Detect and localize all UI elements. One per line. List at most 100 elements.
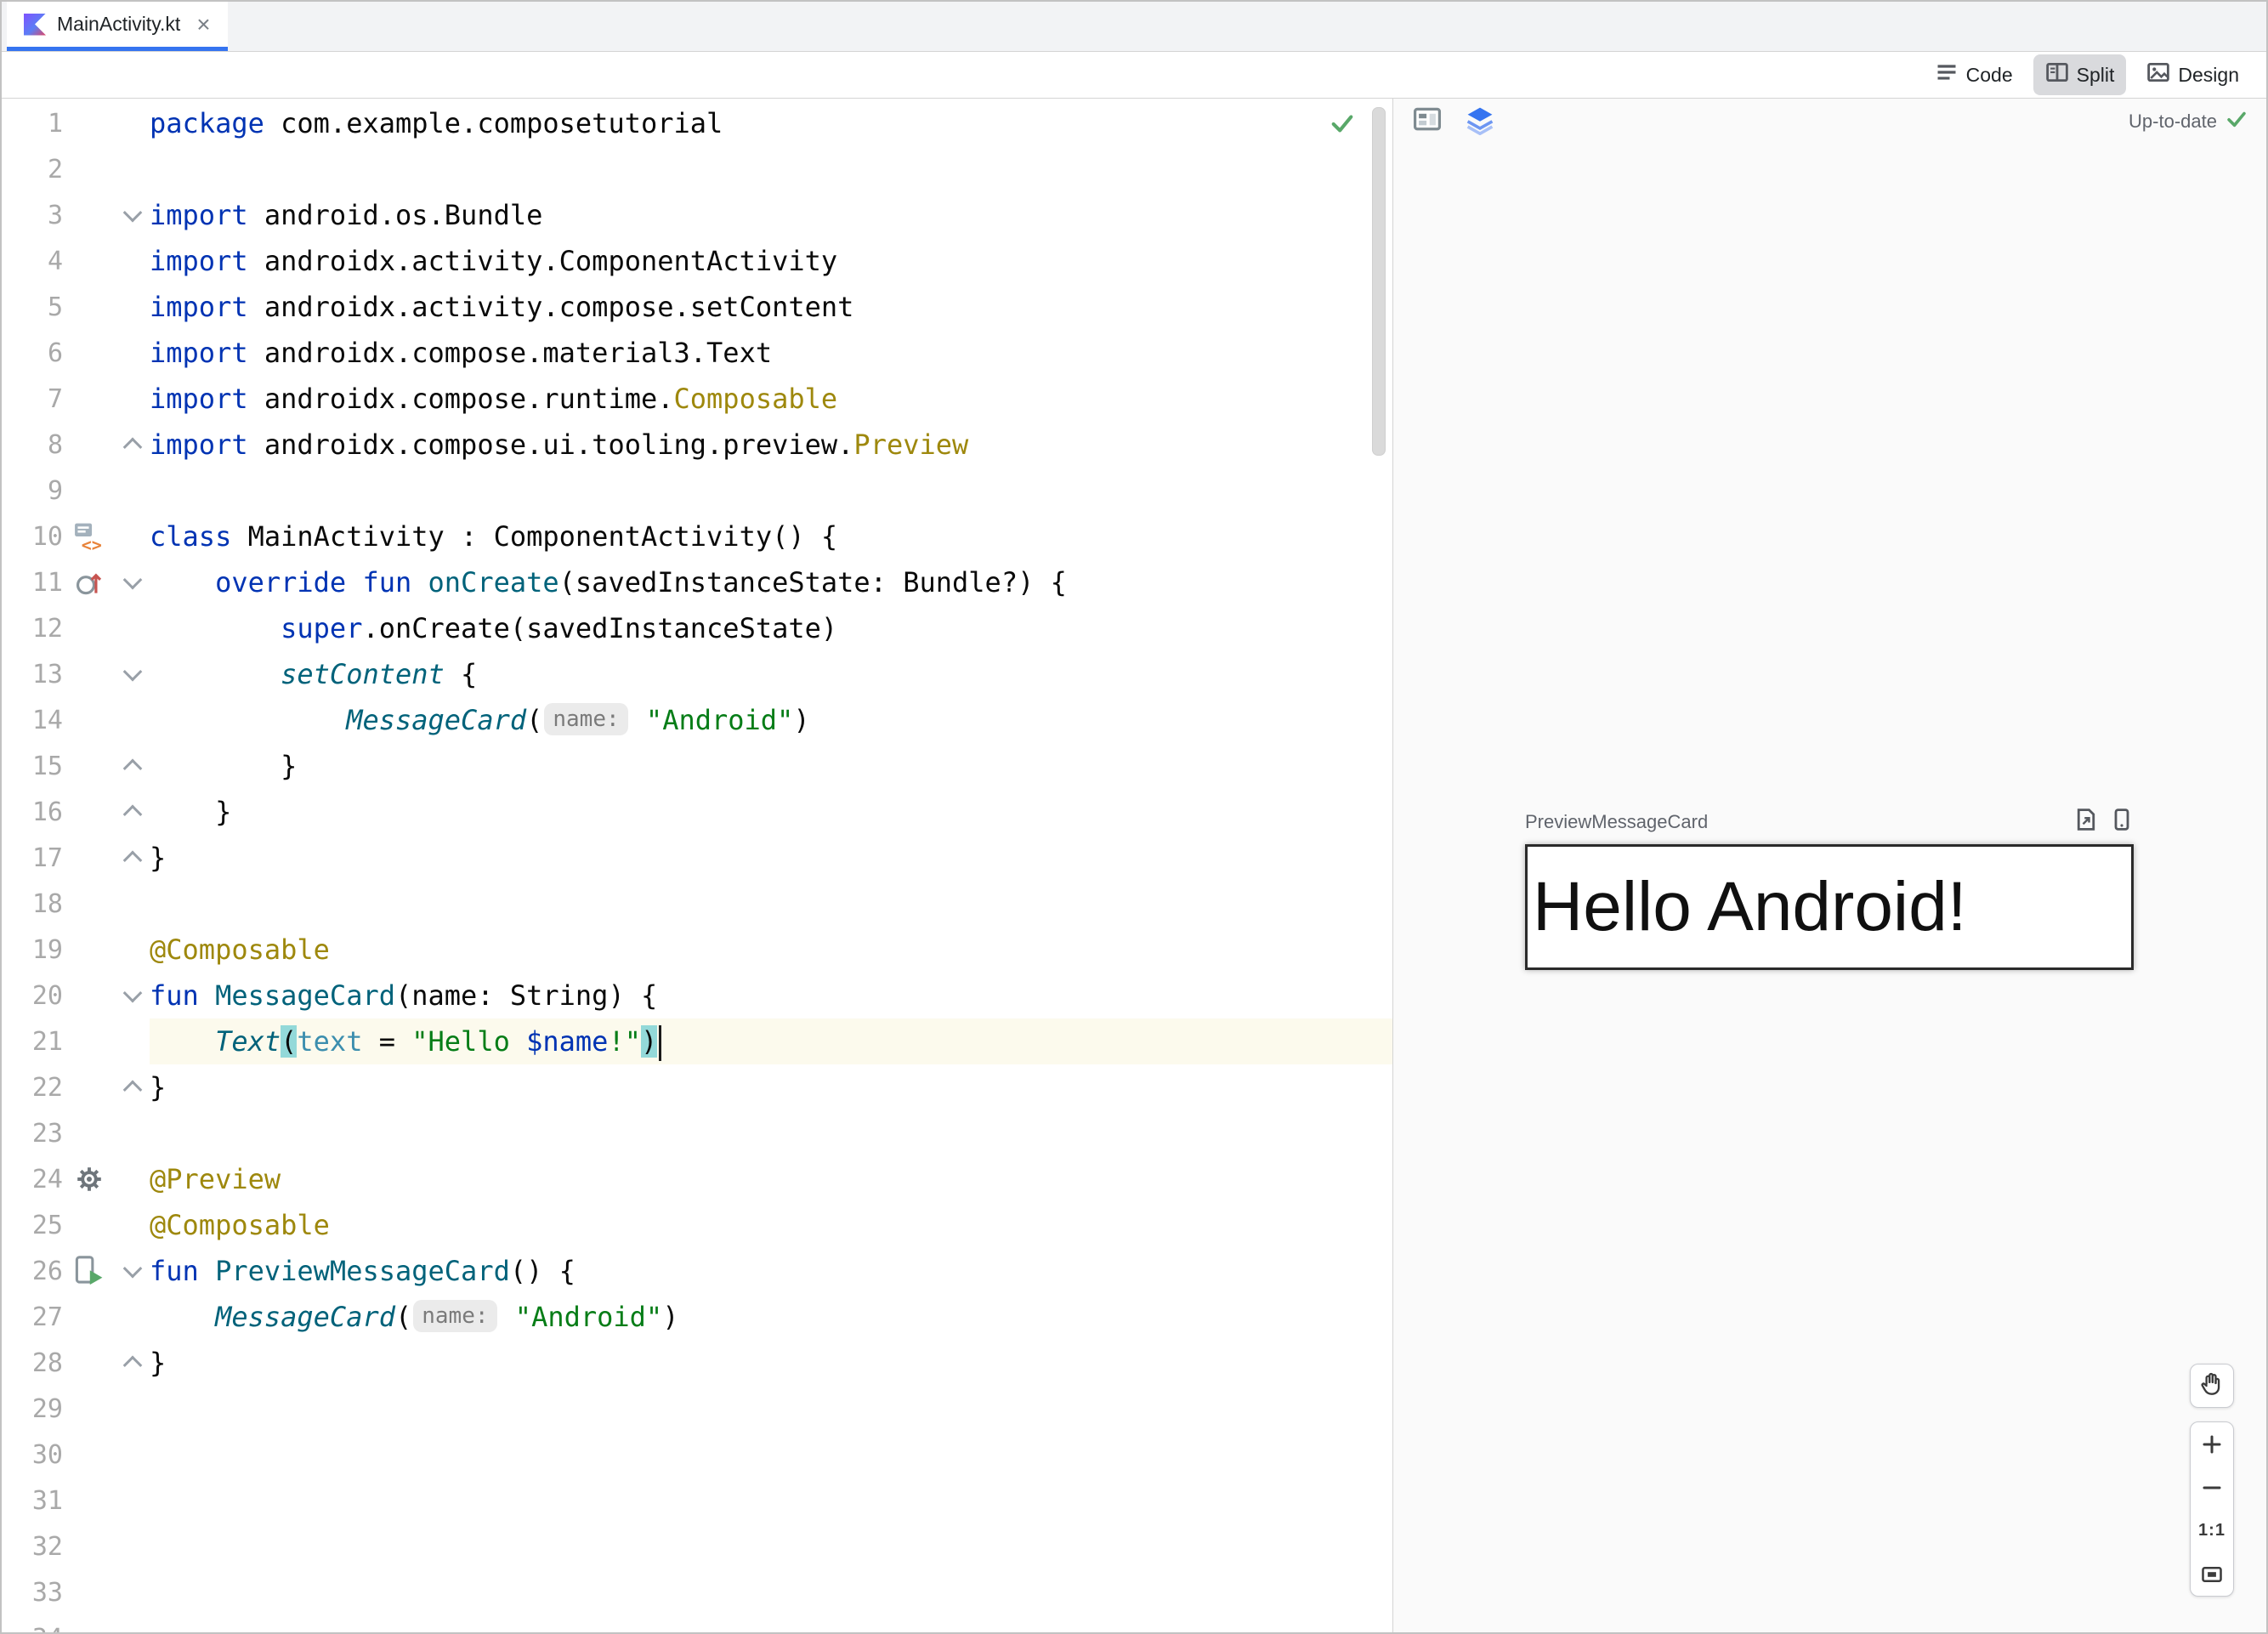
actual-size-button[interactable]: 1:1 [2191, 1509, 2233, 1552]
preview-render-frame[interactable]: Hello Android! [1525, 844, 2134, 970]
code-text[interactable]: import android.os.Bundle [150, 192, 1392, 238]
fold-up-icon[interactable] [116, 1080, 150, 1100]
line-number[interactable]: 33 [2, 1578, 63, 1608]
code-line[interactable]: 15 } [2, 743, 1392, 789]
code-text[interactable]: fun MessageCard(name: String) { [150, 973, 1392, 1018]
code-line[interactable]: 25 @Composable [2, 1202, 1392, 1248]
code-text[interactable]: } [150, 789, 1392, 835]
code-line[interactable]: 4 import androidx.activity.ComponentActiv… [2, 238, 1392, 284]
code-text[interactable]: import androidx.compose.material3.Text [150, 330, 1392, 376]
fold-down-icon[interactable] [116, 661, 150, 682]
code-line[interactable]: 21 Text(text = "Hello $name!") [2, 1018, 1392, 1064]
code-text[interactable]: override fun onCreate(savedInstanceState… [150, 559, 1392, 605]
code-line[interactable]: 3 import android.os.Bundle [2, 192, 1392, 238]
fold-down-icon[interactable] [116, 1258, 150, 1279]
line-number[interactable]: 1 [2, 109, 63, 139]
code-line[interactable]: 29 [2, 1386, 1392, 1432]
line-number[interactable]: 18 [2, 889, 63, 919]
line-number[interactable]: 20 [2, 981, 63, 1011]
code-line[interactable]: 7 import androidx.compose.runtime.Composa… [2, 376, 1392, 422]
line-number[interactable]: 22 [2, 1073, 63, 1103]
code-text[interactable]: fun PreviewMessageCard() { [150, 1248, 1392, 1294]
code-view-button[interactable]: Code [1923, 54, 2025, 95]
code-line[interactable]: 10 <> class MainActivity : ComponentActivi… [2, 513, 1392, 559]
code-text[interactable]: @Composable [150, 927, 1392, 973]
line-number[interactable]: 27 [2, 1302, 63, 1332]
code-line[interactable]: 31 [2, 1478, 1392, 1523]
line-number[interactable]: 28 [2, 1348, 63, 1378]
line-number[interactable]: 24 [2, 1165, 63, 1194]
overriding-method-icon[interactable] [63, 566, 116, 599]
fold-up-icon[interactable] [116, 850, 150, 871]
fold-down-icon[interactable] [116, 202, 150, 223]
code-text[interactable]: import androidx.compose.ui.tooling.previ… [150, 422, 1392, 468]
line-number[interactable]: 4 [2, 247, 63, 276]
code-text[interactable]: @Preview [150, 1156, 1392, 1202]
code-line[interactable]: 22} [2, 1064, 1392, 1110]
line-number[interactable]: 12 [2, 614, 63, 644]
line-number[interactable]: 30 [2, 1440, 63, 1470]
code-line[interactable]: 2 [2, 146, 1392, 192]
code-line[interactable]: 26 fun PreviewMessageCard() { [2, 1248, 1392, 1294]
line-number[interactable]: 7 [2, 384, 63, 414]
code-text[interactable]: Text(text = "Hello $name!") [150, 1018, 1392, 1064]
run-preview-icon[interactable] [63, 1254, 116, 1288]
line-number[interactable]: 3 [2, 201, 63, 230]
code-line[interactable]: 14 MessageCard(name: "Android") [2, 697, 1392, 743]
code-line[interactable]: 6 import androidx.compose.material3.Text [2, 330, 1392, 376]
code-text[interactable]: } [150, 1340, 1392, 1386]
code-line[interactable]: 13 setContent { [2, 651, 1392, 697]
split-view-button[interactable]: Split [2033, 54, 2127, 95]
line-number[interactable]: 6 [2, 338, 63, 368]
code-line[interactable]: 17} [2, 835, 1392, 881]
line-number[interactable]: 23 [2, 1119, 63, 1149]
line-number[interactable]: 2 [2, 155, 63, 184]
run-on-device-icon[interactable] [2110, 808, 2134, 836]
pan-button[interactable] [2190, 1364, 2234, 1408]
code-line[interactable]: 1 package com.example.composetutorial [2, 100, 1392, 146]
fit-to-window-button[interactable] [2191, 1552, 2233, 1596]
line-number[interactable]: 10 [2, 522, 63, 552]
zoom-out-button[interactable] [2191, 1466, 2233, 1509]
jump-to-source-icon[interactable] [2074, 808, 2098, 836]
line-number[interactable]: 9 [2, 476, 63, 506]
editor-scrollbar[interactable] [1372, 107, 1386, 456]
code-line[interactable]: 12 super.onCreate(savedInstanceState) [2, 605, 1392, 651]
code-line[interactable]: 9 [2, 468, 1392, 513]
code-text[interactable]: setContent { [150, 651, 1392, 697]
code-line[interactable]: 30 [2, 1432, 1392, 1478]
code-text[interactable]: MessageCard(name: "Android") [150, 697, 1392, 743]
line-number[interactable]: 31 [2, 1486, 63, 1516]
code-text[interactable]: } [150, 1064, 1392, 1110]
fold-up-icon[interactable] [116, 437, 150, 457]
code-line[interactable]: 16 } [2, 789, 1392, 835]
design-view-button[interactable]: Design [2135, 54, 2251, 95]
layers-icon[interactable] [1465, 105, 1495, 139]
line-number[interactable]: 25 [2, 1211, 63, 1240]
fold-down-icon[interactable] [116, 983, 150, 1003]
code-line[interactable]: 23 [2, 1110, 1392, 1156]
code-text[interactable]: import androidx.compose.runtime.Composab… [150, 376, 1392, 422]
line-number[interactable]: 29 [2, 1394, 63, 1424]
line-number[interactable]: 15 [2, 752, 63, 781]
line-number[interactable]: 11 [2, 568, 63, 598]
code-line[interactable]: 34 [2, 1615, 1392, 1633]
line-number[interactable]: 5 [2, 292, 63, 322]
code-text[interactable]: import androidx.activity.ComponentActivi… [150, 238, 1392, 284]
line-number[interactable]: 14 [2, 706, 63, 735]
line-number[interactable]: 8 [2, 430, 63, 460]
activity-marker-icon[interactable]: <> [63, 519, 116, 553]
fold-up-icon[interactable] [116, 804, 150, 825]
close-icon[interactable]: × [196, 12, 210, 37]
code-line[interactable]: 20 fun MessageCard(name: String) { [2, 973, 1392, 1018]
code-text[interactable]: MessageCard(name: "Android") [150, 1294, 1392, 1340]
code-text[interactable]: package com.example.composetutorial [150, 100, 1392, 146]
code-text[interactable]: class MainActivity : ComponentActivity()… [150, 513, 1392, 559]
line-number[interactable]: 21 [2, 1027, 63, 1057]
line-number[interactable]: 16 [2, 797, 63, 827]
tab-mainactivity[interactable]: MainActivity.kt × [7, 2, 228, 51]
line-number[interactable]: 34 [2, 1624, 63, 1633]
code-text[interactable]: import androidx.activity.compose.setCont… [150, 284, 1392, 330]
code-line[interactable]: 28} [2, 1340, 1392, 1386]
fold-up-icon[interactable] [116, 758, 150, 779]
